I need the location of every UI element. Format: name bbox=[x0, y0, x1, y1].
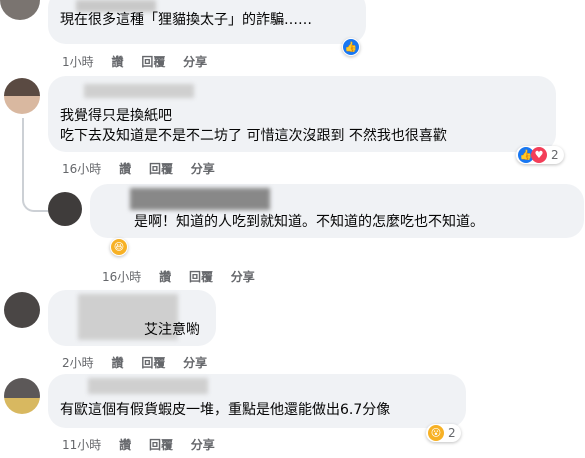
reply-button[interactable]: 回覆 bbox=[141, 55, 165, 69]
comment-bubble: 有歐這個有假貨蝦皮一堆，重點是他還能做出6.7分像 bbox=[48, 374, 466, 428]
comment-bubble: 艾注意喲 bbox=[48, 290, 216, 346]
reaction-badge[interactable]: 😮 2 bbox=[426, 424, 461, 442]
comment-time[interactable]: 16小時 bbox=[102, 270, 141, 284]
like-button[interactable]: 讚 bbox=[119, 438, 131, 452]
reaction-badge[interactable]: 👍 bbox=[342, 38, 360, 56]
avatar[interactable] bbox=[0, 0, 40, 20]
laugh-icon: 😆 bbox=[111, 239, 127, 255]
comment-actions: 1小時 讚 回覆 分享 bbox=[62, 53, 221, 70]
like-button[interactable]: 讚 bbox=[119, 162, 131, 176]
share-button[interactable]: 分享 bbox=[183, 356, 207, 370]
comment-bubble: 是啊！知道的人吃到就知道。不知道的怎麼吃也不知道。 bbox=[90, 184, 584, 238]
comment-text: 我覺得只是換紙吧 bbox=[60, 108, 172, 124]
comment-text: 現在很多這種「狸貓換太子」的詐騙…… bbox=[60, 12, 312, 28]
like-button[interactable]: 讚 bbox=[111, 55, 123, 69]
avatar[interactable] bbox=[48, 192, 82, 226]
blurred-username bbox=[88, 378, 208, 394]
like-button[interactable]: 讚 bbox=[159, 270, 171, 284]
avatar[interactable] bbox=[4, 78, 40, 114]
comment-text: 吃下去及知道是不是不二坊了 可惜這次沒跟到 不然我也很喜歡 bbox=[60, 128, 447, 144]
like-icon: 👍 bbox=[343, 39, 359, 55]
avatar[interactable] bbox=[4, 292, 40, 328]
comment-time[interactable]: 16小時 bbox=[62, 162, 101, 176]
comment-actions: 16小時 讚 回覆 分享 bbox=[62, 160, 229, 177]
like-button[interactable]: 讚 bbox=[111, 356, 123, 370]
reply-button[interactable]: 回覆 bbox=[149, 162, 173, 176]
reply-button[interactable]: 回覆 bbox=[141, 356, 165, 370]
wow-icon: 😮 bbox=[428, 425, 444, 441]
share-button[interactable]: 分享 bbox=[231, 270, 255, 284]
share-button[interactable]: 分享 bbox=[183, 55, 207, 69]
reply-button[interactable]: 回覆 bbox=[149, 438, 173, 452]
comment-text: 艾注意喲 bbox=[144, 322, 200, 338]
comment-time[interactable]: 1小時 bbox=[62, 55, 94, 69]
reaction-count: 2 bbox=[448, 426, 456, 440]
reaction-badge[interactable]: 😆 bbox=[110, 238, 128, 256]
blurred-username bbox=[84, 84, 194, 98]
blurred-username bbox=[130, 188, 270, 210]
comment-actions: 16小時 讚 回覆 分享 bbox=[102, 268, 269, 285]
comment-time[interactable]: 2小時 bbox=[62, 356, 94, 370]
thread-line bbox=[22, 118, 50, 212]
comment-bubble: 現在很多這種「狸貓換太子」的詐騙…… bbox=[48, 0, 366, 44]
share-button[interactable]: 分享 bbox=[191, 162, 215, 176]
reply-button[interactable]: 回覆 bbox=[189, 270, 213, 284]
reaction-count: 2 bbox=[551, 148, 559, 162]
comment-bubble: 我覺得只是換紙吧 吃下去及知道是不是不二坊了 可惜這次沒跟到 不然我也很喜歡 bbox=[48, 76, 556, 152]
heart-icon: ♥ bbox=[531, 147, 547, 163]
comment-actions: 11小時 讚 回覆 分享 bbox=[62, 436, 229, 453]
share-button[interactable]: 分享 bbox=[191, 438, 215, 452]
comment-text: 是啊！知道的人吃到就知道。不知道的怎麼吃也不知道。 bbox=[134, 214, 484, 230]
avatar[interactable] bbox=[4, 378, 40, 414]
comment-text: 有歐這個有假貨蝦皮一堆，重點是他還能做出6.7分像 bbox=[60, 402, 391, 418]
reaction-badge[interactable]: 👍 ♥ 2 bbox=[516, 146, 564, 164]
comment-time[interactable]: 11小時 bbox=[62, 438, 101, 452]
comment-actions: 2小時 讚 回覆 分享 bbox=[62, 354, 221, 371]
